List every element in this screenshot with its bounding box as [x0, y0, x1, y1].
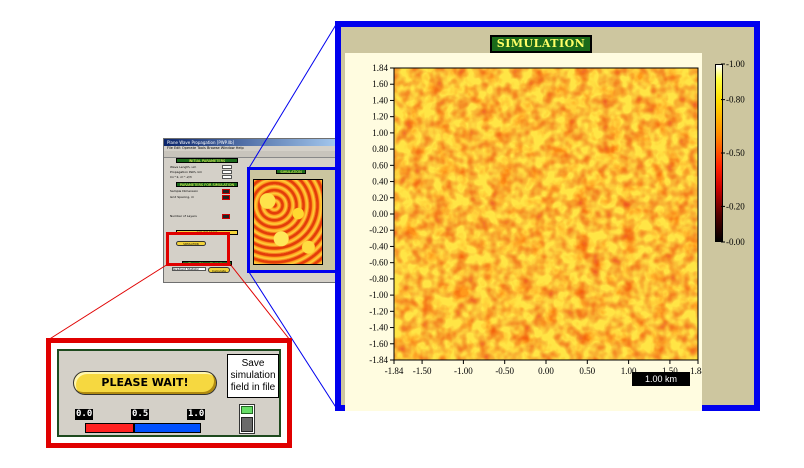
y-tick-label: -0.20 [369, 225, 388, 235]
y-tick-label: 1.60 [372, 79, 388, 89]
save-field-toggle[interactable] [239, 404, 255, 434]
x-tick-label: 1.84 [690, 366, 702, 376]
please-wait-button[interactable]: PLEASE WAIT! [73, 371, 217, 395]
y-tick-label: 0.40 [372, 177, 388, 187]
simulation-field-plot: 1.84 1.60 1.40 1.20 1.00 0.80 0.60 0.40 0.20 0.00… [369, 63, 702, 376]
wave-length-input[interactable] [222, 165, 232, 169]
y-tick-label: -1.40 [369, 323, 388, 333]
cn2-label: Cn^2, m^-2/3 [170, 175, 192, 179]
statistic-type-select[interactable]: Gradient Statistic [172, 267, 206, 271]
x-tick-label: -0.50 [495, 366, 514, 376]
wave-length-label: Wave Length, um [170, 165, 197, 169]
path-length-label: Propagation Path, km [170, 170, 203, 174]
calculate-button[interactable]: Calculate [208, 267, 230, 273]
field-red-speckle [394, 68, 698, 360]
simulation-title: SIMULATION [490, 35, 592, 53]
number-of-layers-selector[interactable] [222, 214, 230, 219]
y-tick-label: 0.20 [372, 193, 388, 203]
status-panel-zoom: PLEASE WAIT! Save simulation field in fi… [46, 338, 292, 448]
grid-spacing-label: Grid Spacing, m [170, 195, 195, 199]
y-tick-label: -1.84 [369, 355, 388, 365]
colorbar-tick-label: -0.20 [726, 201, 745, 211]
save-simulation-label: Save simulation field in file [227, 354, 279, 398]
y-tick-label: -0.80 [369, 274, 388, 284]
initial-parameters-header: INITIAL PARAMETERS [176, 158, 238, 163]
x-tick-label: -1.84 [385, 366, 404, 376]
path-length-input[interactable] [222, 170, 232, 174]
y-tick-label: -0.40 [369, 241, 388, 251]
colorbar-ticks: -1.00 -0.80 -0.50 -0.20 -0.00 [721, 60, 745, 247]
save-label-line-1: Save [241, 358, 265, 369]
progress-tick-min: 0.0 [75, 409, 94, 420]
app-toolbar [164, 151, 339, 158]
cn2-input[interactable] [222, 175, 232, 179]
colorbar-tick-label: -0.00 [726, 237, 745, 247]
x-tick-label: -1.00 [454, 366, 473, 376]
connector-red-left [47, 263, 169, 341]
y-tick-label: 1.20 [372, 112, 388, 122]
status-panel: PLEASE WAIT! Save simulation field in fi… [57, 349, 281, 437]
colorbar-tick-label: -0.80 [726, 95, 745, 105]
save-toggle-lever [241, 417, 253, 432]
colorbar-tick-label: -1.00 [726, 60, 745, 69]
y-tick-label: 0.60 [372, 160, 388, 170]
status-region-highlight [166, 232, 230, 266]
progress-tick-mid: 0.5 [131, 409, 150, 420]
save-label-line-2: simulation [230, 370, 276, 381]
y-tick-label: 1.84 [372, 63, 388, 73]
y-tick-label: -1.20 [369, 306, 388, 316]
y-tick-label: -1.00 [369, 290, 388, 300]
y-tick-label: 0.00 [372, 209, 388, 219]
number-of-layers-label: Number of Layers [170, 214, 197, 218]
progress-bar [85, 423, 201, 433]
colorbar-tick-label: -0.50 [726, 148, 745, 158]
simulation-parameters-header: PARAMETERS FOR SIMULATION [176, 182, 238, 187]
simulation-plot-area: 1.84 1.60 1.40 1.20 1.00 0.80 0.60 0.40 0.20 0.00… [345, 53, 702, 411]
progress-bar-fill [86, 424, 136, 432]
save-toggle-on-indicator [241, 406, 253, 414]
grid-spacing-selector[interactable] [222, 195, 230, 200]
x-tick-label: 0.00 [538, 366, 554, 376]
x-tick-label: 0.50 [579, 366, 595, 376]
y-tick-label: 0.80 [372, 144, 388, 154]
progress-tick-max: 1.0 [187, 409, 206, 420]
save-label-line-3: field in file [230, 382, 276, 393]
y-tick-label: -0.60 [369, 258, 388, 268]
x-tick-label: -1.50 [413, 366, 432, 376]
simulation-panel-zoom: SIMULATION 1.84 1.60 1.40 1.20 1.00 0.80… [335, 21, 760, 411]
y-tick-label: 1.00 [372, 128, 388, 138]
app-title-bar: Plane Wave Propagation [PWP.llb] [164, 139, 339, 146]
y-tick-label: -1.60 [369, 339, 388, 349]
sample-dimension-selector[interactable] [222, 189, 230, 194]
simulation-region-highlight [247, 167, 339, 273]
sample-dimension-label: Sample Dimension [170, 189, 199, 193]
y-tick-label: 1.40 [372, 95, 388, 105]
scale-label: 1.00 km [632, 372, 690, 386]
